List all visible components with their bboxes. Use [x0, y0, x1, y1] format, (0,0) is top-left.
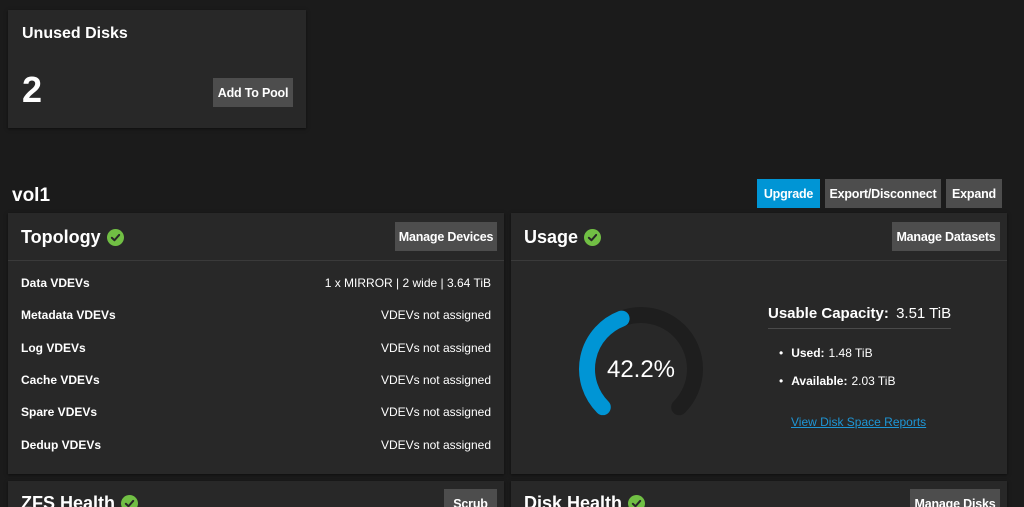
- unused-disks-card: Unused Disks 2 Add To Pool: [8, 10, 306, 128]
- capacity-value: 3.51 TiB: [896, 305, 952, 322]
- topology-row-value: 1 x MIRROR | 2 wide | 3.64 TiB: [324, 276, 491, 290]
- usage-breakdown: • Used: 1.48 TiB • Available: 2.03 TiB: [779, 339, 895, 395]
- topology-row-label: Spare VDEVs: [21, 405, 98, 419]
- healthy-check-icon: [106, 229, 124, 246]
- manage-datasets-button[interactable]: Manage Datasets: [892, 222, 1000, 251]
- disk-health-card: Disk Health Manage Disks: [511, 481, 1007, 507]
- pool-name: vol1: [12, 185, 51, 206]
- export-disconnect-button[interactable]: Export/Disconnect: [825, 179, 941, 208]
- topology-row-label: Dedup VDEVs: [21, 438, 102, 452]
- available-label: Available:: [791, 374, 848, 388]
- topology-row-metadata: Metadata VDEVs VDEVs not assigned: [21, 305, 491, 325]
- topology-row-label: Log VDEVs: [21, 341, 86, 355]
- topology-row-value: VDEVs not assigned: [380, 373, 491, 387]
- used-value: 1.48 TiB: [828, 346, 873, 360]
- usage-percent: 42.2%: [607, 356, 675, 383]
- usage-divider: [511, 260, 1007, 261]
- scrub-button[interactable]: Scrub: [444, 489, 497, 507]
- topology-header: Topology: [21, 227, 124, 248]
- topology-row-log: Log VDEVs VDEVs not assigned: [21, 338, 491, 358]
- usage-header: Usage: [524, 227, 602, 248]
- view-disk-space-reports-link[interactable]: View Disk Space Reports: [791, 415, 926, 429]
- topology-row-cache: Cache VDEVs VDEVs not assigned: [21, 370, 491, 390]
- healthy-check-icon: [584, 229, 602, 246]
- topology-row-value: VDEVs not assigned: [380, 341, 491, 355]
- unused-disks-title: Unused Disks: [22, 25, 128, 42]
- expand-button[interactable]: Expand: [946, 179, 1002, 208]
- topology-row-label: Metadata VDEVs: [21, 308, 116, 322]
- available-item: • Available: 2.03 TiB: [779, 374, 896, 388]
- topology-row-data: Data VDEVs 1 x MIRROR | 2 wide | 3.64 Ti…: [21, 273, 491, 293]
- healthy-check-icon: [628, 495, 646, 507]
- add-to-pool-button[interactable]: Add To Pool: [213, 78, 293, 107]
- unused-disks-count: 2: [22, 69, 43, 110]
- available-value: 2.03 TiB: [851, 374, 896, 388]
- usable-capacity: Usable Capacity: 3.51 TiB: [768, 305, 952, 329]
- topology-row-label: Data VDEVs: [21, 276, 90, 290]
- topology-divider: [8, 260, 504, 261]
- usage-gauge: 42.2%: [579, 307, 703, 416]
- zfs-health-header: ZFS Health: [21, 493, 139, 507]
- topology-row-value: VDEVs not assigned: [380, 405, 491, 419]
- topology-row-dedup: Dedup VDEVs VDEVs not assigned: [21, 435, 491, 455]
- used-item: • Used: 1.48 TiB: [779, 346, 873, 360]
- used-label: Used:: [791, 346, 825, 360]
- topology-row-spare: Spare VDEVs VDEVs not assigned: [21, 402, 491, 422]
- topology-row-value: VDEVs not assigned: [380, 438, 491, 452]
- healthy-check-icon: [121, 495, 139, 507]
- topology-row-value: VDEVs not assigned: [380, 308, 491, 322]
- zfs-health-title: ZFS Health: [21, 493, 116, 507]
- upgrade-button[interactable]: Upgrade: [757, 179, 820, 208]
- disk-health-title: Disk Health: [524, 493, 623, 507]
- usage-title: Usage: [524, 227, 579, 247]
- topology-row-label: Cache VDEVs: [21, 373, 100, 387]
- capacity-label: Usable Capacity:: [768, 305, 889, 322]
- zfs-health-card: ZFS Health Scrub: [8, 481, 504, 507]
- disk-health-header: Disk Health: [524, 493, 646, 507]
- usage-card: Usage Manage Datasets 42.2% Usable Capac…: [511, 213, 1007, 474]
- manage-disks-button[interactable]: Manage Disks: [910, 489, 1000, 507]
- manage-devices-button[interactable]: Manage Devices: [395, 222, 497, 251]
- topology-card: Topology Manage Devices Data VDEVs 1 x M…: [8, 213, 504, 474]
- topology-title: Topology: [21, 227, 101, 247]
